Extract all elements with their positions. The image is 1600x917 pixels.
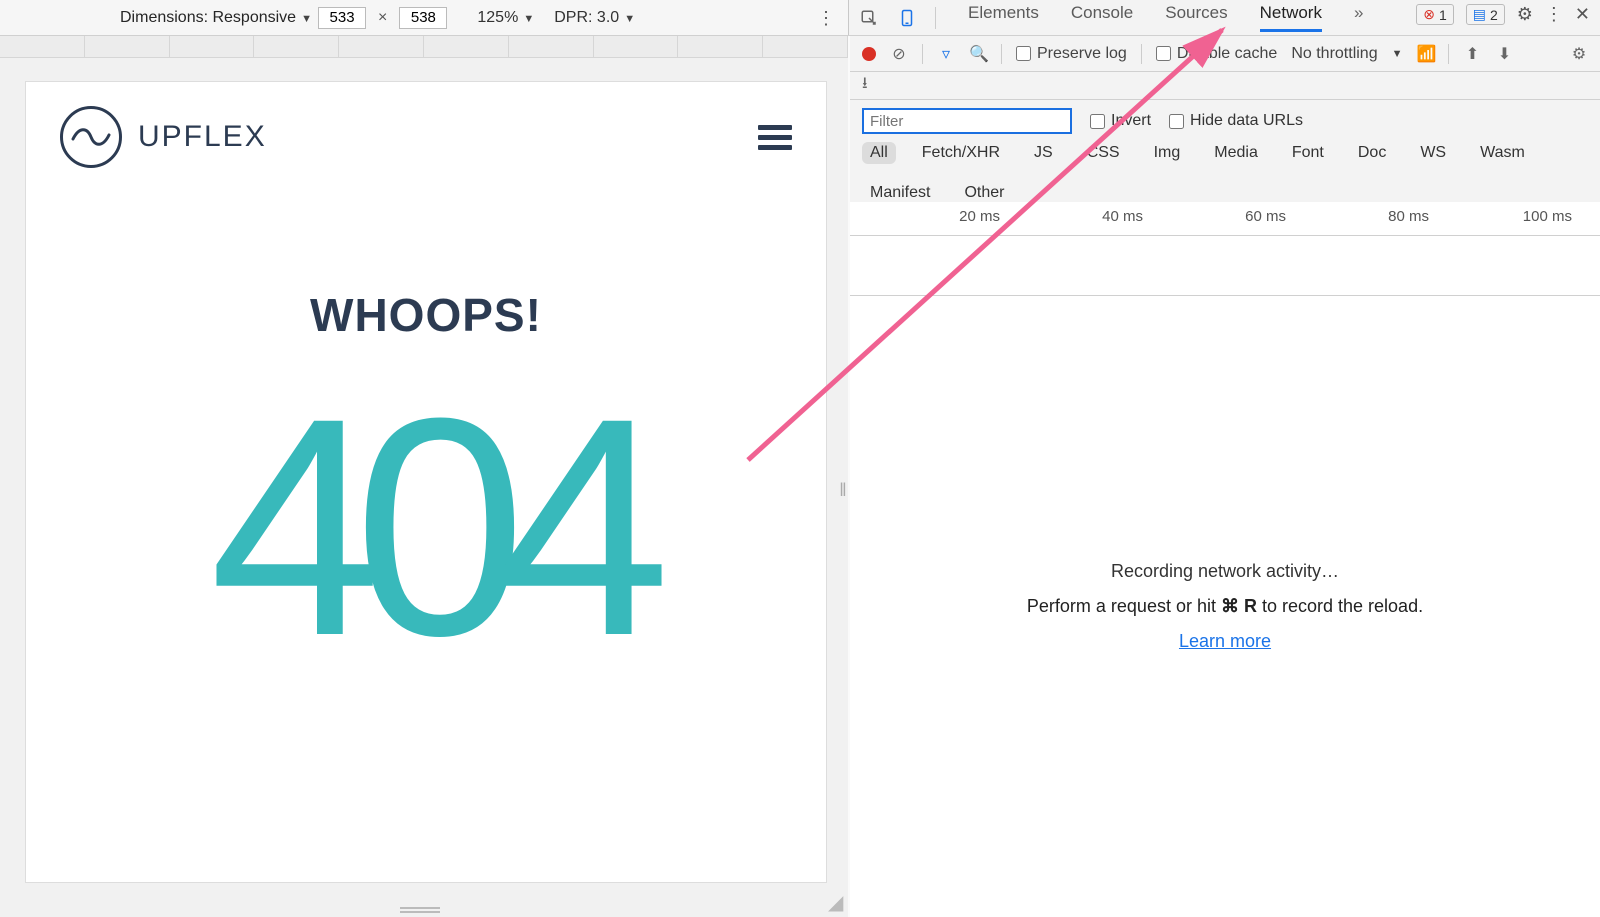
brand-logo[interactable]: UPFLEX bbox=[60, 106, 267, 168]
type-wasm[interactable]: Wasm bbox=[1472, 142, 1533, 164]
device-toolbar-menu-icon[interactable]: ⋮ bbox=[817, 8, 834, 29]
tick: 80 ms bbox=[1369, 208, 1429, 235]
clear-icon[interactable]: ⊘ bbox=[890, 44, 908, 64]
disable-cache-checkbox[interactable]: Disable cache bbox=[1156, 45, 1278, 63]
rulers-strip bbox=[0, 36, 848, 58]
devtools-menu-icon[interactable]: ⋮ bbox=[1545, 4, 1563, 25]
pane-splitter[interactable]: ‖ bbox=[837, 480, 849, 520]
viewport-width-input[interactable] bbox=[318, 7, 366, 29]
dimension-separator: × bbox=[378, 9, 387, 27]
type-other[interactable]: Other bbox=[956, 182, 1012, 204]
preserve-log-checkbox[interactable]: Preserve log bbox=[1016, 45, 1127, 63]
record-icon[interactable] bbox=[862, 47, 876, 61]
viewport-height-input[interactable] bbox=[399, 7, 447, 29]
brand-name: UPFLEX bbox=[138, 120, 267, 154]
device-toolbar: Dimensions: Responsive ▼ × 125% ▼ DPR: 3… bbox=[0, 0, 848, 35]
network-download-row: ⭳ bbox=[850, 72, 1600, 100]
logo-icon bbox=[60, 106, 122, 168]
tick: 60 ms bbox=[1226, 208, 1286, 235]
devtools-settings-icon[interactable]: ⚙ bbox=[1517, 4, 1533, 25]
type-font[interactable]: Font bbox=[1284, 142, 1332, 164]
type-doc[interactable]: Doc bbox=[1350, 142, 1394, 164]
network-toolbar: ⊘ ▿ 🔍 Preserve log Disable cache No thro… bbox=[850, 36, 1600, 72]
type-all[interactable]: All bbox=[862, 142, 896, 164]
resize-handle-bottom[interactable] bbox=[400, 907, 440, 913]
hamburger-menu-icon[interactable] bbox=[758, 120, 792, 155]
network-settings-icon[interactable]: ⚙ bbox=[1570, 44, 1588, 64]
filter-toggle-icon[interactable]: ▿ bbox=[937, 44, 955, 64]
network-empty-state: Recording network activity… Perform a re… bbox=[850, 296, 1600, 917]
type-ws[interactable]: WS bbox=[1412, 142, 1454, 164]
search-icon[interactable]: 🔍 bbox=[969, 44, 987, 64]
dimensions-dropdown[interactable]: Dimensions: Responsive ▼ bbox=[120, 9, 312, 27]
type-css[interactable]: CSS bbox=[1079, 142, 1128, 164]
empty-line2: Perform a request or hit ⌘ R to record t… bbox=[1027, 596, 1423, 617]
type-manifest[interactable]: Manifest bbox=[862, 182, 938, 204]
device-toggle-icon[interactable] bbox=[897, 8, 917, 28]
tick: 40 ms bbox=[1083, 208, 1143, 235]
waterfall-ruler: 20 ms 40 ms 60 ms 80 ms 100 ms bbox=[850, 202, 1600, 236]
download-icon[interactable]: ⭳ bbox=[862, 72, 868, 99]
tab-network[interactable]: Network bbox=[1260, 3, 1322, 32]
filter-input[interactable] bbox=[862, 108, 1072, 134]
tick: 20 ms bbox=[940, 208, 1000, 235]
tick: 100 ms bbox=[1512, 208, 1572, 235]
tab-sources[interactable]: Sources bbox=[1165, 3, 1227, 32]
throttling-dropdown[interactable]: No throttling▼ bbox=[1291, 45, 1402, 63]
type-media[interactable]: Media bbox=[1206, 142, 1266, 164]
error-heading: WHOOPS! bbox=[26, 288, 826, 342]
hide-data-urls-checkbox[interactable]: Hide data URLs bbox=[1169, 112, 1303, 130]
resource-type-filter: All Fetch/XHR JS CSS Img Media Font Doc … bbox=[862, 142, 1588, 204]
empty-line1: Recording network activity… bbox=[1111, 561, 1339, 582]
device-stage: UPFLEX WHOOPS! 404 ◢ bbox=[0, 58, 848, 917]
type-img[interactable]: Img bbox=[1146, 142, 1189, 164]
waterfall-overview[interactable] bbox=[850, 236, 1600, 296]
errors-badge[interactable]: ⊗1 bbox=[1416, 4, 1454, 25]
learn-more-link[interactable]: Learn more bbox=[1179, 631, 1271, 652]
invert-checkbox[interactable]: Invert bbox=[1090, 112, 1151, 130]
messages-badge[interactable]: ▤2 bbox=[1466, 4, 1505, 25]
tabs-overflow-icon[interactable]: » bbox=[1354, 3, 1363, 32]
devtools-close-icon[interactable]: ✕ bbox=[1575, 4, 1590, 25]
tab-elements[interactable]: Elements bbox=[968, 3, 1039, 32]
network-conditions-icon[interactable]: 📶 bbox=[1416, 44, 1434, 64]
dpr-dropdown[interactable]: DPR: 3.0 ▼ bbox=[554, 9, 635, 27]
import-har-icon[interactable]: ⬆ bbox=[1463, 44, 1481, 64]
error-code: 404 bbox=[26, 372, 826, 682]
zoom-dropdown[interactable]: 125% ▼ bbox=[477, 9, 534, 27]
devtools-tabbar: Elements Console Sources Network » ⊗1 ▤2… bbox=[848, 0, 1600, 35]
resize-handle-corner[interactable]: ◢ bbox=[828, 890, 843, 915]
export-har-icon[interactable]: ⬇ bbox=[1495, 44, 1513, 64]
rendered-page[interactable]: UPFLEX WHOOPS! 404 bbox=[26, 82, 826, 882]
type-fetchxhr[interactable]: Fetch/XHR bbox=[914, 142, 1008, 164]
inspect-icon[interactable] bbox=[859, 8, 879, 28]
type-js[interactable]: JS bbox=[1026, 142, 1061, 164]
tab-console[interactable]: Console bbox=[1071, 3, 1133, 32]
